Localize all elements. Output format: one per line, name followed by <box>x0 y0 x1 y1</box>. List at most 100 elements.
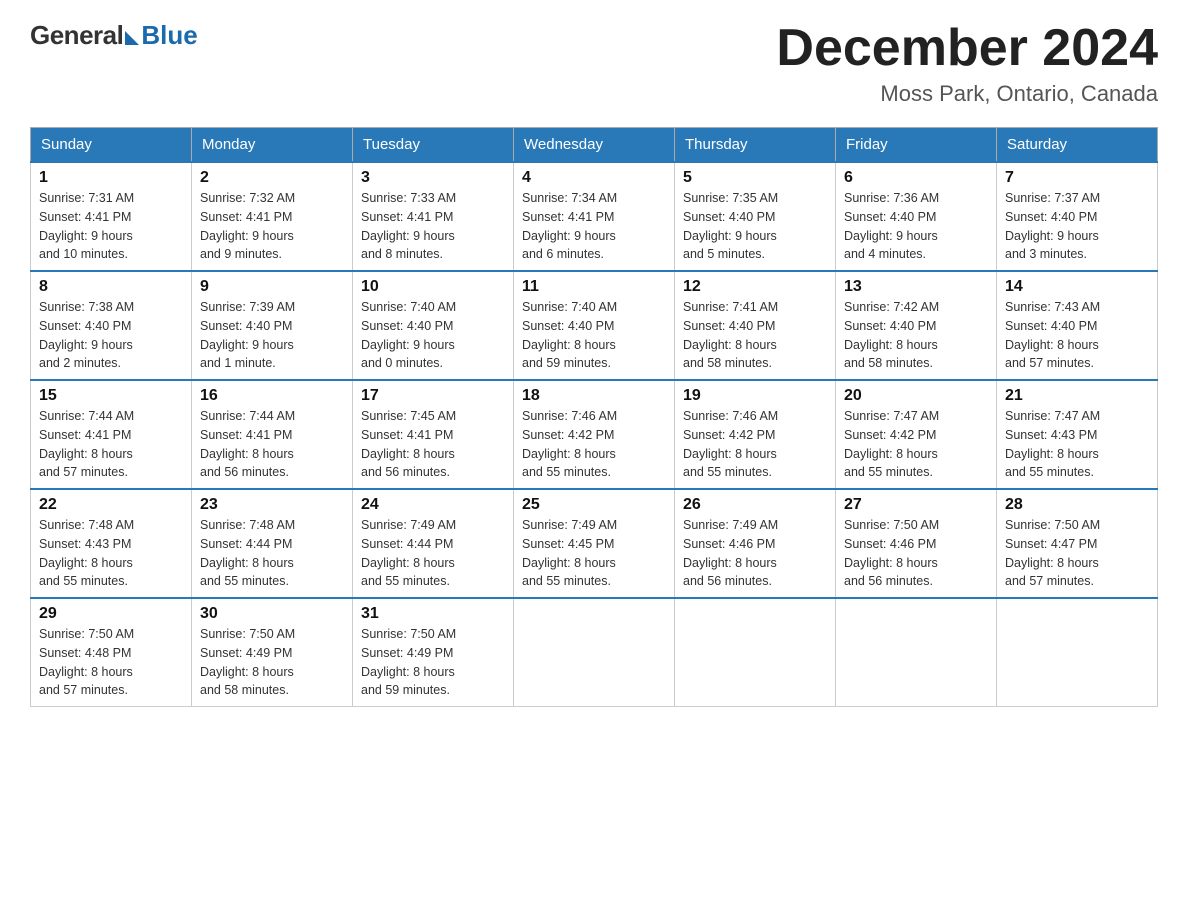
calendar-cell <box>675 598 836 707</box>
day-info: Sunrise: 7:37 AMSunset: 4:40 PMDaylight:… <box>1005 189 1149 264</box>
calendar-table: SundayMondayTuesdayWednesdayThursdayFrid… <box>30 127 1158 707</box>
day-info: Sunrise: 7:42 AMSunset: 4:40 PMDaylight:… <box>844 298 988 373</box>
day-info: Sunrise: 7:41 AMSunset: 4:40 PMDaylight:… <box>683 298 827 373</box>
day-number: 12 <box>683 278 827 296</box>
calendar-cell: 16Sunrise: 7:44 AMSunset: 4:41 PMDayligh… <box>192 380 353 489</box>
calendar-cell: 11 Sunrise: 7:40 AMSunset: 4:40 PMDayligh… <box>514 271 675 380</box>
calendar-cell: 15 Sunrise: 7:44 AMSunset: 4:41 PMDayligh… <box>31 380 192 489</box>
calendar-cell <box>836 598 997 707</box>
day-number: 26 <box>683 496 827 514</box>
header-monday: Monday <box>192 128 353 163</box>
calendar-cell: 28Sunrise: 7:50 AMSunset: 4:47 PMDayligh… <box>997 489 1158 598</box>
title-section: December 2024 Moss Park, Ontario, Canada <box>776 20 1158 107</box>
day-info: Sunrise: 7:50 AMSunset: 4:47 PMDaylight:… <box>1005 516 1149 591</box>
logo-general-text: General <box>30 20 123 51</box>
header-sunday: Sunday <box>31 128 192 163</box>
day-number: 4 <box>522 169 666 187</box>
calendar-cell: 27 Sunrise: 7:50 AMSunset: 4:46 PMDayligh… <box>836 489 997 598</box>
header-thursday: Thursday <box>675 128 836 163</box>
calendar-cell: 14Sunrise: 7:43 AMSunset: 4:40 PMDayligh… <box>997 271 1158 380</box>
calendar-week-row: 29 Sunrise: 7:50 AMSunset: 4:48 PMDayligh… <box>31 598 1158 707</box>
day-info: Sunrise: 7:40 AMSunset: 4:40 PMDaylight:… <box>522 298 666 373</box>
day-info: Sunrise: 7:31 AMSunset: 4:41 PMDaylight:… <box>39 189 183 264</box>
day-number: 11 <box>522 278 666 296</box>
calendar-week-row: 8 Sunrise: 7:38 AMSunset: 4:40 PMDaylight… <box>31 271 1158 380</box>
calendar-cell: 22 Sunrise: 7:48 AMSunset: 4:43 PMDayligh… <box>31 489 192 598</box>
day-number: 17 <box>361 387 505 405</box>
day-number: 8 <box>39 278 183 296</box>
calendar-cell: 1 Sunrise: 7:31 AMSunset: 4:41 PMDaylight… <box>31 162 192 271</box>
day-number: 1 <box>39 169 183 187</box>
calendar-cell: 18 Sunrise: 7:46 AMSunset: 4:42 PMDayligh… <box>514 380 675 489</box>
day-info: Sunrise: 7:50 AMSunset: 4:49 PMDaylight:… <box>361 625 505 700</box>
day-number: 13 <box>844 278 988 296</box>
calendar-header-row: SundayMondayTuesdayWednesdayThursdayFrid… <box>31 128 1158 163</box>
day-info: Sunrise: 7:50 AMSunset: 4:49 PMDaylight:… <box>200 625 344 700</box>
calendar-cell: 23 Sunrise: 7:48 AMSunset: 4:44 PMDayligh… <box>192 489 353 598</box>
day-number: 22 <box>39 496 183 514</box>
calendar-cell: 8 Sunrise: 7:38 AMSunset: 4:40 PMDaylight… <box>31 271 192 380</box>
day-info: Sunrise: 7:40 AMSunset: 4:40 PMDaylight:… <box>361 298 505 373</box>
day-info: Sunrise: 7:50 AMSunset: 4:48 PMDaylight:… <box>39 625 183 700</box>
page-header: General Blue December 2024 Moss Park, On… <box>30 20 1158 107</box>
day-info: Sunrise: 7:48 AMSunset: 4:43 PMDaylight:… <box>39 516 183 591</box>
day-info: Sunrise: 7:38 AMSunset: 4:40 PMDaylight:… <box>39 298 183 373</box>
calendar-cell: 31Sunrise: 7:50 AMSunset: 4:49 PMDayligh… <box>353 598 514 707</box>
calendar-week-row: 15 Sunrise: 7:44 AMSunset: 4:41 PMDayligh… <box>31 380 1158 489</box>
header-saturday: Saturday <box>997 128 1158 163</box>
calendar-cell: 30 Sunrise: 7:50 AMSunset: 4:49 PMDayligh… <box>192 598 353 707</box>
day-number: 29 <box>39 605 183 623</box>
day-info: Sunrise: 7:46 AMSunset: 4:42 PMDaylight:… <box>683 407 827 482</box>
calendar-cell <box>514 598 675 707</box>
day-info: Sunrise: 7:49 AMSunset: 4:46 PMDaylight:… <box>683 516 827 591</box>
calendar-week-row: 22 Sunrise: 7:48 AMSunset: 4:43 PMDayligh… <box>31 489 1158 598</box>
day-number: 23 <box>200 496 344 514</box>
calendar-cell: 4 Sunrise: 7:34 AMSunset: 4:41 PMDaylight… <box>514 162 675 271</box>
day-info: Sunrise: 7:49 AMSunset: 4:45 PMDaylight:… <box>522 516 666 591</box>
calendar-cell: 17 Sunrise: 7:45 AMSunset: 4:41 PMDayligh… <box>353 380 514 489</box>
day-number: 5 <box>683 169 827 187</box>
calendar-cell: 6Sunrise: 7:36 AMSunset: 4:40 PMDaylight… <box>836 162 997 271</box>
calendar-cell: 13 Sunrise: 7:42 AMSunset: 4:40 PMDayligh… <box>836 271 997 380</box>
calendar-cell: 19Sunrise: 7:46 AMSunset: 4:42 PMDayligh… <box>675 380 836 489</box>
day-info: Sunrise: 7:47 AMSunset: 4:43 PMDaylight:… <box>1005 407 1149 482</box>
day-info: Sunrise: 7:34 AMSunset: 4:41 PMDaylight:… <box>522 189 666 264</box>
calendar-cell: 3Sunrise: 7:33 AMSunset: 4:41 PMDaylight… <box>353 162 514 271</box>
day-number: 27 <box>844 496 988 514</box>
calendar-week-row: 1 Sunrise: 7:31 AMSunset: 4:41 PMDaylight… <box>31 162 1158 271</box>
calendar-cell: 12 Sunrise: 7:41 AMSunset: 4:40 PMDayligh… <box>675 271 836 380</box>
day-info: Sunrise: 7:47 AMSunset: 4:42 PMDaylight:… <box>844 407 988 482</box>
calendar-cell: 24 Sunrise: 7:49 AMSunset: 4:44 PMDayligh… <box>353 489 514 598</box>
logo-triangle-icon <box>125 31 139 45</box>
logo-blue-text: Blue <box>141 20 197 51</box>
day-number: 9 <box>200 278 344 296</box>
day-info: Sunrise: 7:44 AMSunset: 4:41 PMDaylight:… <box>200 407 344 482</box>
day-info: Sunrise: 7:45 AMSunset: 4:41 PMDaylight:… <box>361 407 505 482</box>
calendar-cell: 25 Sunrise: 7:49 AMSunset: 4:45 PMDayligh… <box>514 489 675 598</box>
day-number: 25 <box>522 496 666 514</box>
day-number: 2 <box>200 169 344 187</box>
day-number: 15 <box>39 387 183 405</box>
day-number: 21 <box>1005 387 1149 405</box>
day-info: Sunrise: 7:39 AMSunset: 4:40 PMDaylight:… <box>200 298 344 373</box>
day-info: Sunrise: 7:36 AMSunset: 4:40 PMDaylight:… <box>844 189 988 264</box>
day-info: Sunrise: 7:49 AMSunset: 4:44 PMDaylight:… <box>361 516 505 591</box>
day-number: 7 <box>1005 169 1149 187</box>
calendar-cell: 26 Sunrise: 7:49 AMSunset: 4:46 PMDayligh… <box>675 489 836 598</box>
day-number: 18 <box>522 387 666 405</box>
day-number: 30 <box>200 605 344 623</box>
calendar-cell: 5Sunrise: 7:35 AMSunset: 4:40 PMDaylight… <box>675 162 836 271</box>
day-number: 24 <box>361 496 505 514</box>
day-number: 3 <box>361 169 505 187</box>
day-info: Sunrise: 7:44 AMSunset: 4:41 PMDaylight:… <box>39 407 183 482</box>
logo: General Blue <box>30 20 198 51</box>
day-info: Sunrise: 7:46 AMSunset: 4:42 PMDaylight:… <box>522 407 666 482</box>
header-friday: Friday <box>836 128 997 163</box>
day-info: Sunrise: 7:48 AMSunset: 4:44 PMDaylight:… <box>200 516 344 591</box>
day-info: Sunrise: 7:50 AMSunset: 4:46 PMDaylight:… <box>844 516 988 591</box>
calendar-cell: 20Sunrise: 7:47 AMSunset: 4:42 PMDayligh… <box>836 380 997 489</box>
header-tuesday: Tuesday <box>353 128 514 163</box>
day-number: 14 <box>1005 278 1149 296</box>
day-info: Sunrise: 7:32 AMSunset: 4:41 PMDaylight:… <box>200 189 344 264</box>
location-text: Moss Park, Ontario, Canada <box>776 81 1158 107</box>
